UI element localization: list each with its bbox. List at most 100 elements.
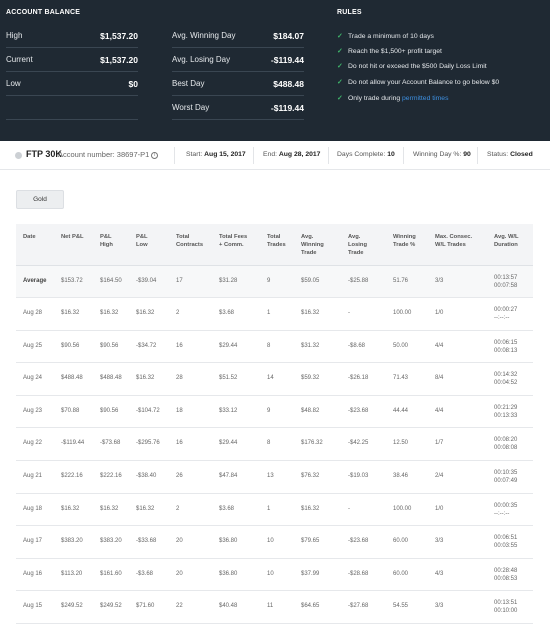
table-cell-high: $164.50 [100, 278, 122, 284]
table-cell-net: $249.52 [61, 603, 83, 610]
table-cell-contracts: 2 [176, 505, 180, 512]
main-content: Gold Date Net P&L P&L High P&L Low Total Contra… [0, 170, 550, 630]
table-cell-avg-loss: -$23.68 [348, 407, 369, 414]
divider [477, 147, 478, 164]
table-cell-avg-loss: -$19.03 [348, 472, 369, 479]
rule-item: ✓ Reach the $1,500+ profit target [337, 47, 442, 55]
rule-text: Do not hit or exceed the $500 Daily Loss… [348, 63, 487, 70]
end-value: Aug 28, 2017 [278, 151, 321, 158]
table-cell-low: -$39.04 [136, 278, 157, 284]
table-cell-trades: 11 [267, 603, 274, 610]
table-cell-low: -$104.72 [136, 407, 160, 414]
days-complete: Days Complete: 10 [337, 151, 395, 158]
table-cell-fees: $3.68 [219, 310, 235, 316]
table-cell-fees: $51.52 [219, 375, 238, 382]
table-cell-dur: 00:06:51 00:03:55 [494, 535, 518, 550]
stat-row-worst-day: Worst Day -$119.44 [172, 96, 304, 120]
table-row: Aug 16 $113.20 $161.60 -$3.68 20 $36.80 10 $37.… [16, 559, 533, 592]
stat-value: $184.07 [273, 31, 304, 41]
column-header: P&L High [100, 234, 113, 248]
table-cell-high: -$73.68 [100, 440, 121, 447]
info-icon[interactable]: i [151, 151, 159, 159]
table-row: Aug 21 $222.16 $222.16 -$38.40 26 $47.84 13 $76… [16, 461, 533, 494]
table-cell-win-pct: 38.46 [393, 472, 409, 479]
balance-row-empty [6, 96, 138, 120]
table-cell-fees: $36.80 [219, 570, 238, 577]
days-value: 10 [387, 151, 395, 158]
rule-item: ✓ Only trade during permitted times [337, 94, 449, 102]
table-cell-consec: 8/4 [435, 375, 444, 382]
table-row: Aug 15 $249.52 $249.52 $71.60 22 $40.48 11 $64.… [16, 591, 533, 624]
account-number: Account number: 38697-P1 i [58, 150, 159, 159]
table-cell-dur: 00:10:35 00:07:49 [494, 469, 518, 484]
table-cell-fees: $47.84 [219, 472, 238, 479]
column-header: Total Contracts [176, 234, 204, 248]
table-cell-win-pct: 100.00 [393, 310, 412, 316]
table-cell-avg-win: $79.65 [301, 538, 320, 545]
table-body: Average $153.72 $164.50 -$39.04 17 $31.28 9 $59… [16, 266, 533, 624]
table-cell-dur: 00:00:27 --:--:-- [494, 307, 518, 321]
stat-value: $488.48 [273, 79, 304, 89]
table-cell-avg-win: $16.32 [301, 505, 320, 512]
table-cell-avg-loss: -$28.68 [348, 570, 369, 577]
table-cell-trades: 9 [267, 407, 271, 414]
table-row: Aug 23 $70.88 $90.56 -$104.72 18 $33.12 9 $48.8… [16, 396, 533, 429]
table-cell-net: $153.72 [61, 278, 83, 284]
stat-row-avg-losing: Avg. Losing Day -$119.44 [172, 48, 304, 72]
rule-text: Do not allow your Account Balance to go … [348, 79, 500, 86]
column-header: Winning Trade % [393, 234, 416, 248]
table-cell-avg-loss: -$25.88 [348, 278, 369, 284]
rules-title: RULES [337, 9, 362, 16]
table-cell-low: -$38.40 [136, 472, 157, 479]
balance-row-low: Low $0 [6, 72, 138, 96]
column-header: Avg. Winning Trade [301, 234, 324, 256]
gold-button[interactable]: Gold [16, 190, 64, 209]
table-cell-trades: 1 [267, 310, 271, 316]
table-cell-low: $16.32 [136, 375, 155, 382]
table-cell-date: Aug 17 [23, 538, 43, 545]
table-cell-contracts: 20 [176, 570, 183, 577]
table-cell-avg-loss: - [348, 310, 350, 316]
table-cell-consec: 1/0 [435, 310, 444, 316]
table-cell-trades: 10 [267, 538, 274, 545]
table-cell-date: Aug 28 [23, 310, 43, 316]
table-cell-contracts: 20 [176, 538, 183, 545]
table-cell-dur: 00:21:29 00:13:33 [494, 404, 518, 419]
table-row: Aug 22 -$119.44 -$73.68 -$295.76 16 $29.44 8 $1… [16, 428, 533, 461]
table-cell-fees: $31.28 [219, 278, 238, 284]
stat-value: -$119.44 [270, 103, 304, 113]
table-cell-avg-loss: -$27.68 [348, 603, 369, 610]
table-cell-date: Average [23, 278, 47, 284]
table-cell-avg-win: $176.32 [301, 440, 323, 447]
table-cell-avg-win: $76.32 [301, 472, 320, 479]
column-header: P&L Low [136, 234, 148, 248]
table-cell-contracts: 18 [176, 407, 183, 414]
table-cell-low: -$295.76 [136, 440, 160, 447]
table-cell-dur: 00:28:48 00:08:53 [494, 567, 518, 582]
rule-item: ✓ Trade a minimum of 10 days [337, 32, 434, 40]
status-dot-icon [15, 152, 22, 159]
table-cell-avg-win: $16.32 [301, 310, 320, 316]
table-cell-high: $16.32 [100, 310, 119, 316]
start-date: Start: Aug 15, 2017 [186, 151, 246, 158]
table-cell-consec: 4/4 [435, 342, 444, 349]
table-cell-fees: $3.68 [219, 505, 235, 512]
table-cell-consec: 3/3 [435, 538, 444, 545]
table-cell-win-pct: 51.76 [393, 278, 409, 284]
table-cell-avg-win: $59.32 [301, 375, 320, 382]
divider [403, 147, 404, 164]
table-cell-win-pct: 60.00 [393, 570, 409, 577]
table-cell-low: $16.32 [136, 505, 155, 512]
account-summary-panel: ACCOUNT BALANCE High $1,537.20 Current $… [0, 0, 550, 141]
table-cell-high: $488.48 [100, 375, 122, 382]
table-cell-net: $113.20 [61, 570, 83, 577]
end-label: End: [263, 151, 277, 158]
table-cell-date: Aug 24 [23, 375, 43, 382]
permitted-times-link[interactable]: permitted times [402, 95, 448, 102]
table-cell-net: $16.32 [61, 505, 80, 512]
table-row: Aug 17 $383.20 $383.20 -$33.68 20 $36.80 10 $79… [16, 526, 533, 559]
table-cell-high: $161.60 [100, 570, 122, 577]
table-cell-contracts: 28 [176, 375, 183, 382]
balance-row-current: Current $1,537.20 [6, 48, 138, 72]
table-cell-contracts: 2 [176, 310, 180, 316]
